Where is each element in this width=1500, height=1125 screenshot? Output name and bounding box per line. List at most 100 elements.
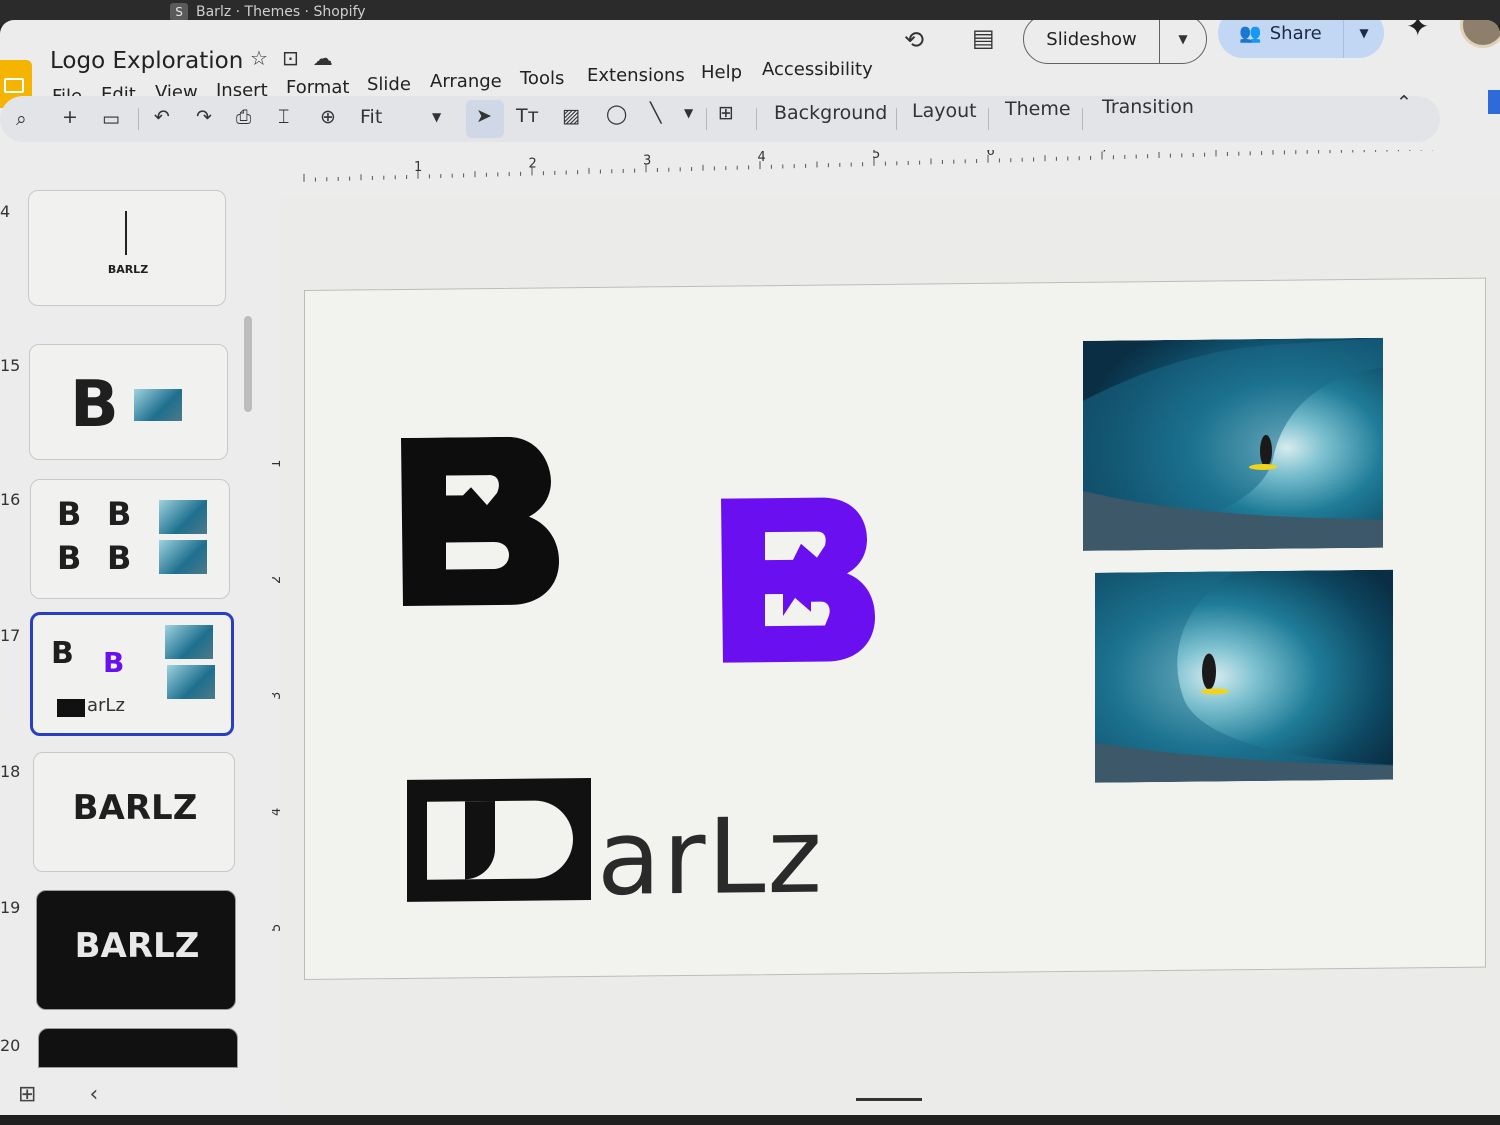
ruler-label: 6 <box>987 150 995 159</box>
slides-app: Logo Exploration ☆ ⊡ ☁ File Edit View In… <box>0 20 1500 1115</box>
surfboard-mark <box>125 211 127 255</box>
thumb-letter: B <box>107 539 132 577</box>
thumb-photo <box>159 500 207 534</box>
browser-tab[interactable]: S Barlz · Themes · Shopify <box>170 3 366 21</box>
thumb-letter: B <box>57 495 82 533</box>
menu-arrange[interactable]: Arrange <box>430 71 502 92</box>
ruler-label: 1 <box>414 160 422 175</box>
search-icon[interactable]: ⌕ <box>16 108 27 130</box>
thumb-text: BARLZ <box>72 788 198 828</box>
slide-number: 17 <box>0 626 21 645</box>
wordmark-box-mark <box>407 777 591 902</box>
slide-number: 19 <box>0 898 21 917</box>
zoom-icon[interactable]: ⊕ <box>320 106 336 128</box>
share-main[interactable]: 👥 Share <box>1218 20 1344 58</box>
collapse-toolbar-icon[interactable]: ⌃ <box>1396 92 1412 114</box>
new-slide-icon[interactable]: + <box>62 106 78 128</box>
slideshow-dropdown-icon[interactable]: ▼ <box>1160 32 1206 46</box>
grid-view-icon[interactable]: ⊞ <box>18 1082 36 1107</box>
ruler-label: 7 <box>1101 150 1109 156</box>
layout-button[interactable]: Layout <box>912 100 977 122</box>
toolbar: ⌕ + ▭ ↶ ↷ ⎙ ⌶ ⊕ Fit ▼ ➤ Tт ▨ ◯ ╲ ▼ ⊞ Bac… <box>0 92 1440 142</box>
tab-favicon: S <box>170 3 188 21</box>
slide-number: 15 <box>0 356 21 375</box>
thumb-wordmark-box <box>57 699 85 717</box>
home-indicator <box>856 1098 922 1101</box>
filmstrip-scrollbar[interactable] <box>244 316 252 412</box>
undo-icon[interactable]: ↶ <box>154 106 170 128</box>
surf-photo-1[interactable] <box>1083 337 1383 551</box>
menu-extensions[interactable]: Extensions <box>587 65 685 86</box>
thumb-letter-purple: B <box>103 646 125 679</box>
title-icons: ☆ ⊡ ☁ <box>250 46 333 70</box>
redo-icon[interactable]: ↷ <box>196 106 212 128</box>
slide-number: 16 <box>0 490 21 509</box>
ruler-label: 4 <box>758 150 766 165</box>
share-dropdown-icon[interactable]: ▼ <box>1344 26 1384 40</box>
tab-title: Barlz · Themes · Shopify <box>196 4 366 20</box>
thumb-wordmark: arLz <box>87 695 125 716</box>
menu-format[interactable]: Format <box>286 77 349 98</box>
line-dropdown-icon[interactable]: ▼ <box>684 106 693 120</box>
shape-icon[interactable]: ◯ <box>606 103 627 125</box>
ruler-label: 5 <box>872 150 880 162</box>
collapse-filmstrip-icon[interactable]: ‹ <box>89 1082 98 1107</box>
slideshow-label[interactable]: Slideshow <box>1024 20 1160 63</box>
slide-number: 4 <box>0 202 11 221</box>
thumb-photo <box>167 665 215 699</box>
document-title[interactable]: Logo Exploration <box>50 48 243 74</box>
print-icon[interactable]: ⎙ <box>236 106 251 128</box>
bottom-icons: ⊞ ‹ <box>18 1082 98 1107</box>
people-icon: 👥 <box>1239 22 1262 44</box>
star-icon[interactable]: ☆ <box>250 46 268 70</box>
line-icon[interactable]: ╲ <box>650 102 661 124</box>
horizontal-ruler[interactable]: 123456789 <box>300 150 1445 184</box>
side-panel-icon[interactable] <box>1488 90 1500 114</box>
image-icon[interactable]: ▨ <box>562 105 580 127</box>
select-cursor-icon[interactable]: ➤ <box>476 105 492 127</box>
thumb-text: BARLZ <box>107 263 149 276</box>
logo-b-purple[interactable]: B <box>721 493 877 667</box>
slide-thumbnail-16[interactable]: B B B B <box>30 479 230 599</box>
ruler-label: 3 <box>643 153 651 168</box>
theme-button[interactable]: Theme <box>1005 98 1071 120</box>
slide-thumbnail-20[interactable] <box>38 1028 238 1068</box>
move-to-folder-icon[interactable]: ⊡ <box>282 46 299 70</box>
insert-comment-icon[interactable]: ⊞ <box>718 102 734 124</box>
comments-icon[interactable]: ▤ <box>972 24 995 52</box>
menu-help[interactable]: Help <box>701 62 742 83</box>
slide-thumbnail-19[interactable]: BARLZ <box>36 890 236 1010</box>
slide-canvas[interactable]: B B arLz <box>304 277 1486 980</box>
slideshow-button[interactable]: Slideshow ▼ <box>1023 20 1207 64</box>
ruler-label: 8 <box>1216 150 1224 152</box>
menu-accessibility[interactable]: Accessibility <box>762 59 873 80</box>
thumb-letter: B <box>57 539 82 577</box>
avatar[interactable] <box>1460 20 1500 48</box>
slide-thumbnail-4[interactable]: BARLZ <box>28 190 226 306</box>
wordmark-text: arLz <box>597 794 825 919</box>
surf-photo-2[interactable] <box>1095 569 1393 783</box>
slide-thumbnail-15[interactable]: B <box>29 344 228 460</box>
slide-thumbnail-18[interactable]: BARLZ <box>33 752 235 872</box>
share-button[interactable]: 👥 Share ▼ <box>1218 20 1384 58</box>
thumb-photo <box>165 625 213 659</box>
slide-number: 18 <box>0 762 21 781</box>
version-history-icon[interactable]: ⟲ <box>904 26 924 54</box>
barlz-wordmark[interactable]: arLz <box>407 776 825 919</box>
paint-format-icon[interactable]: ⌶ <box>278 106 289 128</box>
thumb-photo <box>134 389 182 421</box>
menu-tools[interactable]: Tools <box>520 68 564 89</box>
zoom-select[interactable]: Fit <box>360 106 382 128</box>
slide-thumbnail-17[interactable]: B B arLz <box>30 612 234 736</box>
transition-button[interactable]: Transition <box>1102 96 1194 118</box>
background-button[interactable]: Background <box>774 102 887 124</box>
zoom-dropdown-icon[interactable]: ▼ <box>432 110 441 124</box>
text-box-icon[interactable]: Tт <box>516 105 539 127</box>
slide-layout-icon[interactable]: ▭ <box>102 108 120 130</box>
logo-b-black[interactable]: B <box>401 436 561 608</box>
cloud-saved-icon[interactable]: ☁ <box>313 46 333 70</box>
share-label: Share <box>1269 22 1322 44</box>
gemini-icon[interactable]: ✦ <box>1406 20 1429 43</box>
filmstrip: 4 BARLZ 15 B 16 B B B B 17 B B arLz 18 B… <box>0 180 262 1068</box>
menu-slide[interactable]: Slide <box>367 74 411 95</box>
